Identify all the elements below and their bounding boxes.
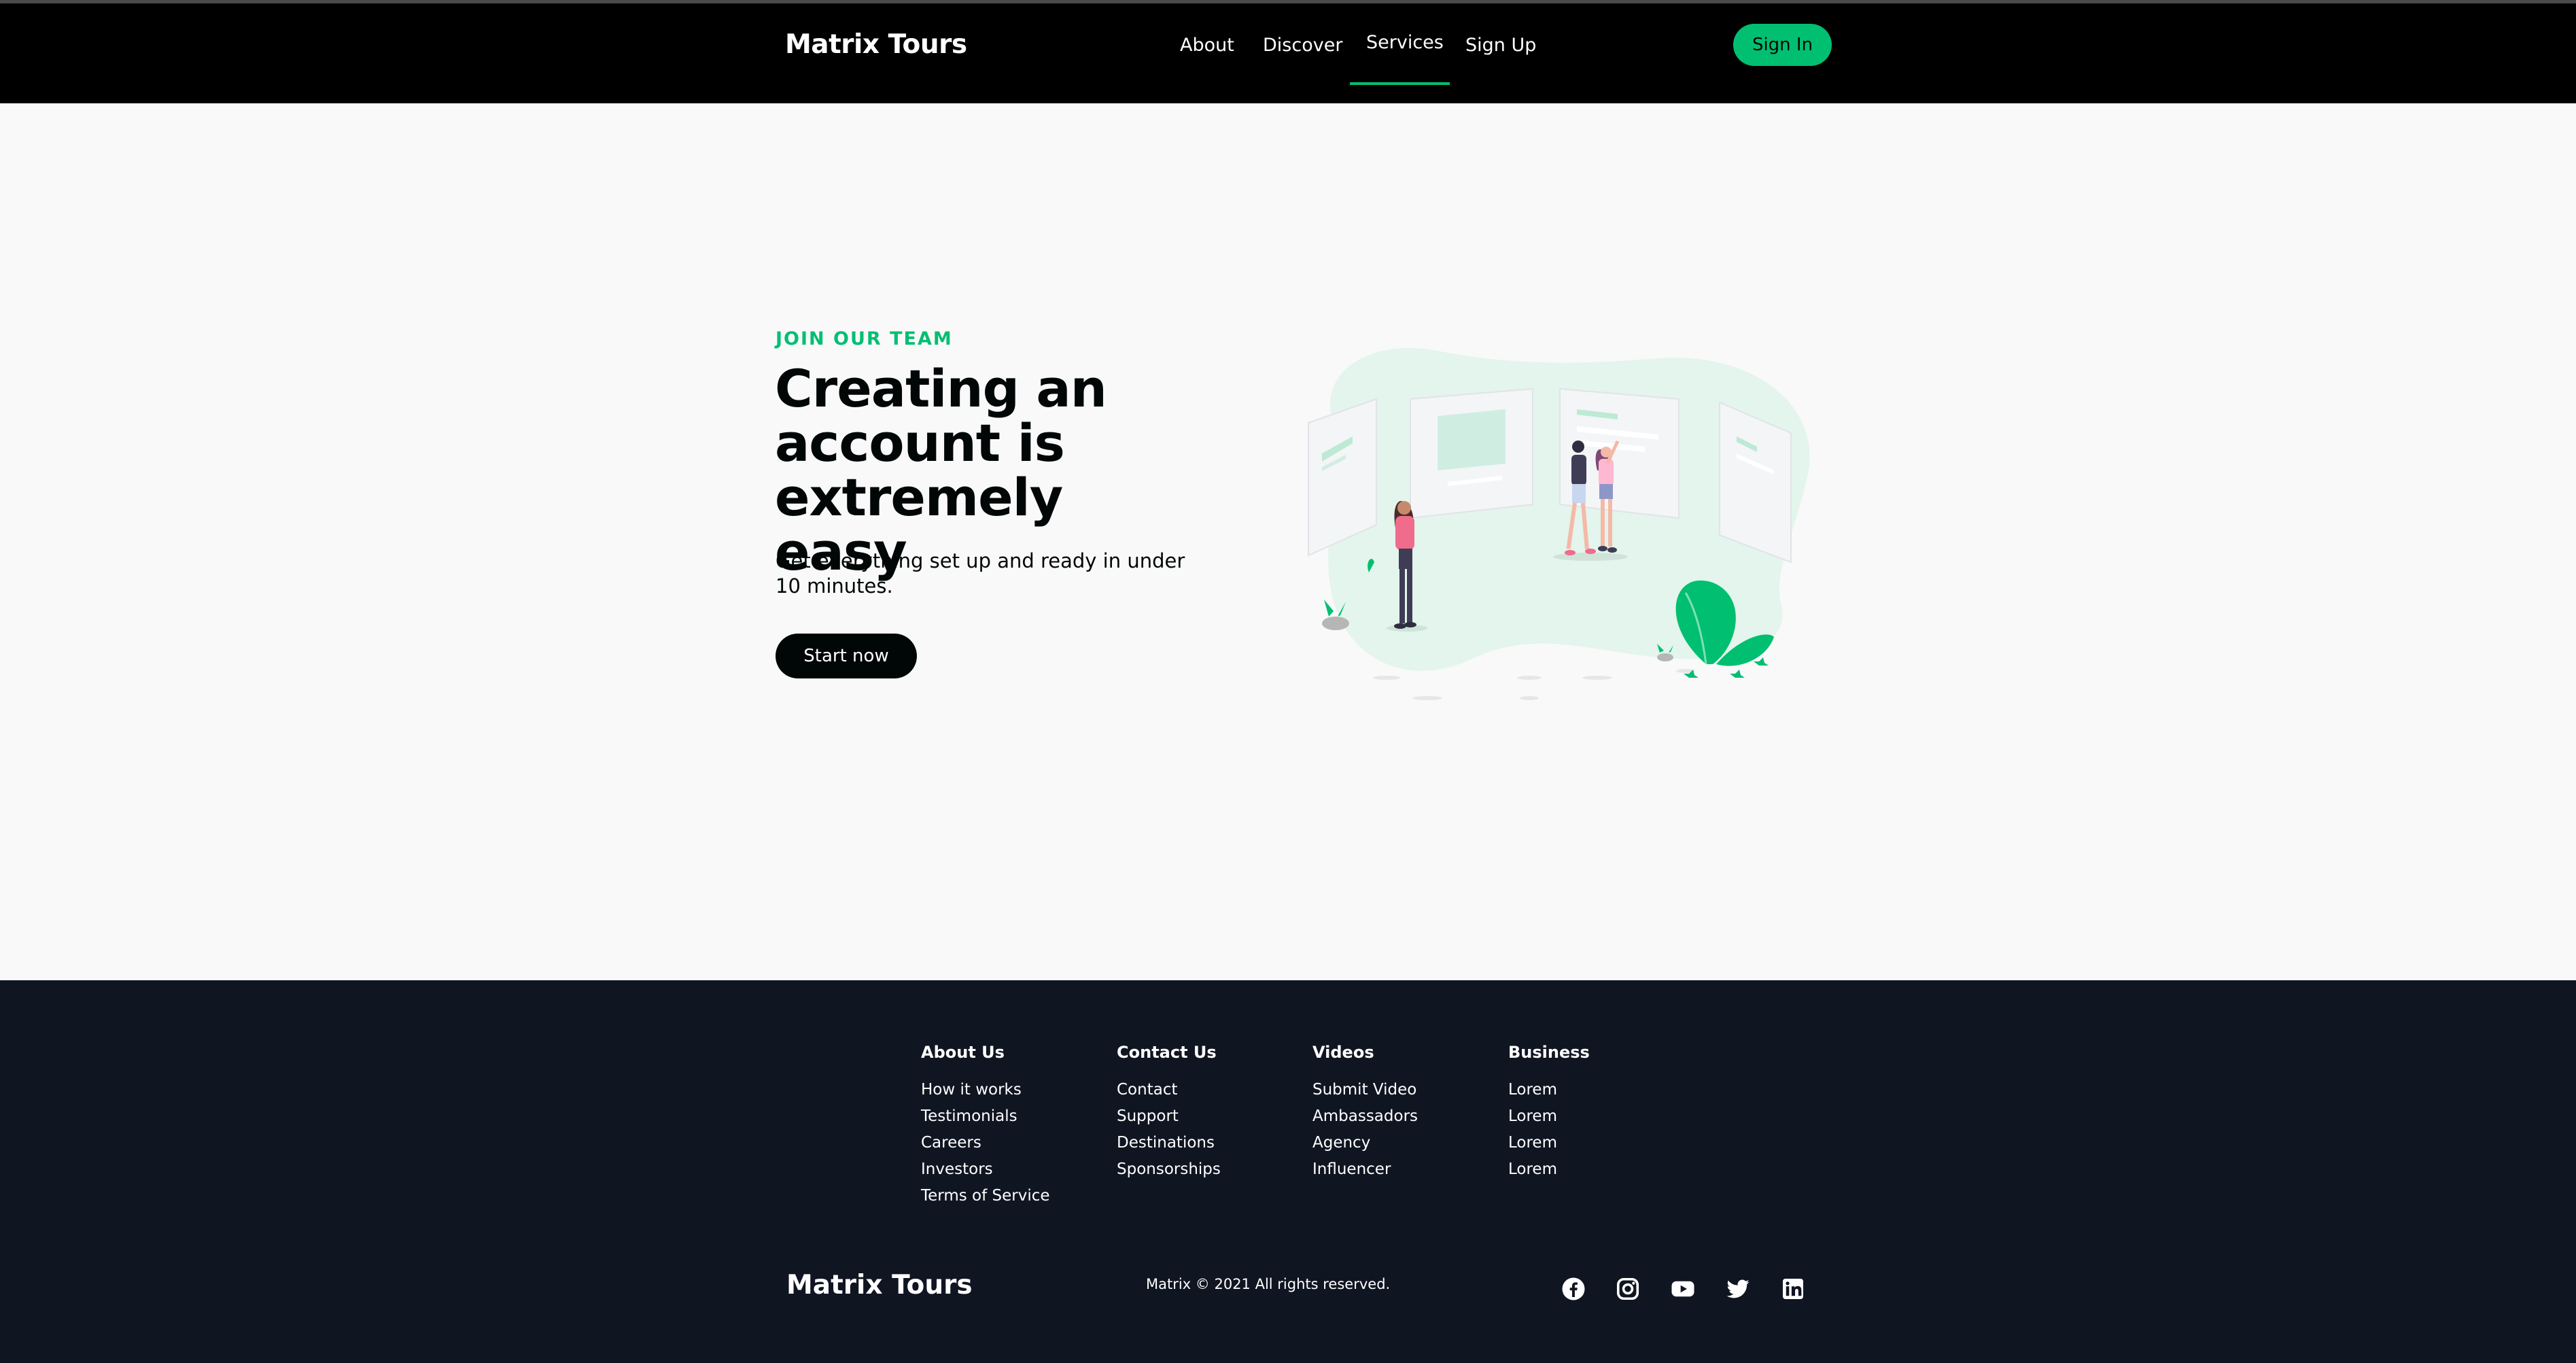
start-now-button[interactable]: Start now	[776, 634, 917, 678]
footer-logo[interactable]: Matrix Tours	[786, 1270, 973, 1300]
active-nav-indicator	[1350, 82, 1450, 85]
footer-column-business: Business Lorem Lorem Lorem Lorem	[1508, 1043, 1590, 1183]
footer-column-videos: Videos Submit Video Ambassadors Agency I…	[1312, 1043, 1418, 1183]
footer-link[interactable]: Lorem	[1508, 1077, 1590, 1103]
instagram-icon[interactable]	[1615, 1276, 1641, 1302]
nav-link-signup[interactable]: Sign Up	[1465, 35, 1536, 56]
footer: About Us How it works Testimonials Caree…	[0, 980, 2576, 1363]
footer-link[interactable]: How it works	[921, 1077, 1050, 1103]
footer-column-contact-us: Contact Us Contact Support Destinations …	[1117, 1043, 1221, 1183]
nav-link-discover[interactable]: Discover	[1263, 35, 1342, 56]
footer-link[interactable]: Sponsorships	[1117, 1156, 1221, 1183]
nav-link-about[interactable]: About	[1180, 35, 1234, 56]
navbar: Matrix Tours About Discover Services Sig…	[0, 3, 2576, 103]
footer-link[interactable]: Investors	[921, 1156, 1050, 1183]
footer-link[interactable]: Submit Video	[1312, 1077, 1418, 1103]
footer-link[interactable]: Agency	[1312, 1130, 1418, 1156]
footer-heading: Business	[1508, 1043, 1590, 1062]
footer-heading: Contact Us	[1117, 1043, 1217, 1062]
hero-subtext: Get everything set up and ready in under…	[776, 549, 1185, 598]
footer-link[interactable]: Careers	[921, 1130, 1050, 1156]
footer-copyright: Matrix © 2021 All rights reserved.	[1146, 1276, 1391, 1292]
people-viewing-boards-illustration	[1308, 347, 1810, 700]
footer-link[interactable]: Terms of Service	[921, 1183, 1050, 1209]
linkedin-icon[interactable]	[1780, 1276, 1806, 1302]
youtube-icon[interactable]	[1670, 1276, 1696, 1302]
nav-logo[interactable]: Matrix Tours	[785, 29, 967, 60]
footer-link[interactable]: Lorem	[1508, 1103, 1590, 1130]
nav-link-services[interactable]: Services	[1366, 32, 1444, 53]
footer-link[interactable]: Lorem	[1508, 1156, 1590, 1183]
twitter-icon[interactable]	[1725, 1276, 1751, 1302]
footer-link[interactable]: Ambassadors	[1312, 1103, 1418, 1130]
footer-heading: Videos	[1312, 1043, 1374, 1062]
footer-link[interactable]: Destinations	[1117, 1130, 1221, 1156]
sign-in-button[interactable]: Sign In	[1733, 24, 1832, 66]
footer-link[interactable]: Testimonials	[921, 1103, 1050, 1130]
footer-link[interactable]: Support	[1117, 1103, 1221, 1130]
footer-heading: About Us	[921, 1043, 1005, 1062]
hero-headline: Creating an account is extremely easy	[775, 358, 1107, 582]
hero-section: JOIN OUR TEAM Creating an account is ext…	[0, 103, 2576, 980]
footer-column-about-us: About Us How it works Testimonials Caree…	[921, 1043, 1050, 1209]
footer-link[interactable]: Influencer	[1312, 1156, 1418, 1183]
footer-link[interactable]: Lorem	[1508, 1130, 1590, 1156]
facebook-icon[interactable]	[1561, 1276, 1586, 1302]
footer-link[interactable]: Contact	[1117, 1077, 1221, 1103]
hero-eyebrow: JOIN OUR TEAM	[776, 328, 953, 349]
